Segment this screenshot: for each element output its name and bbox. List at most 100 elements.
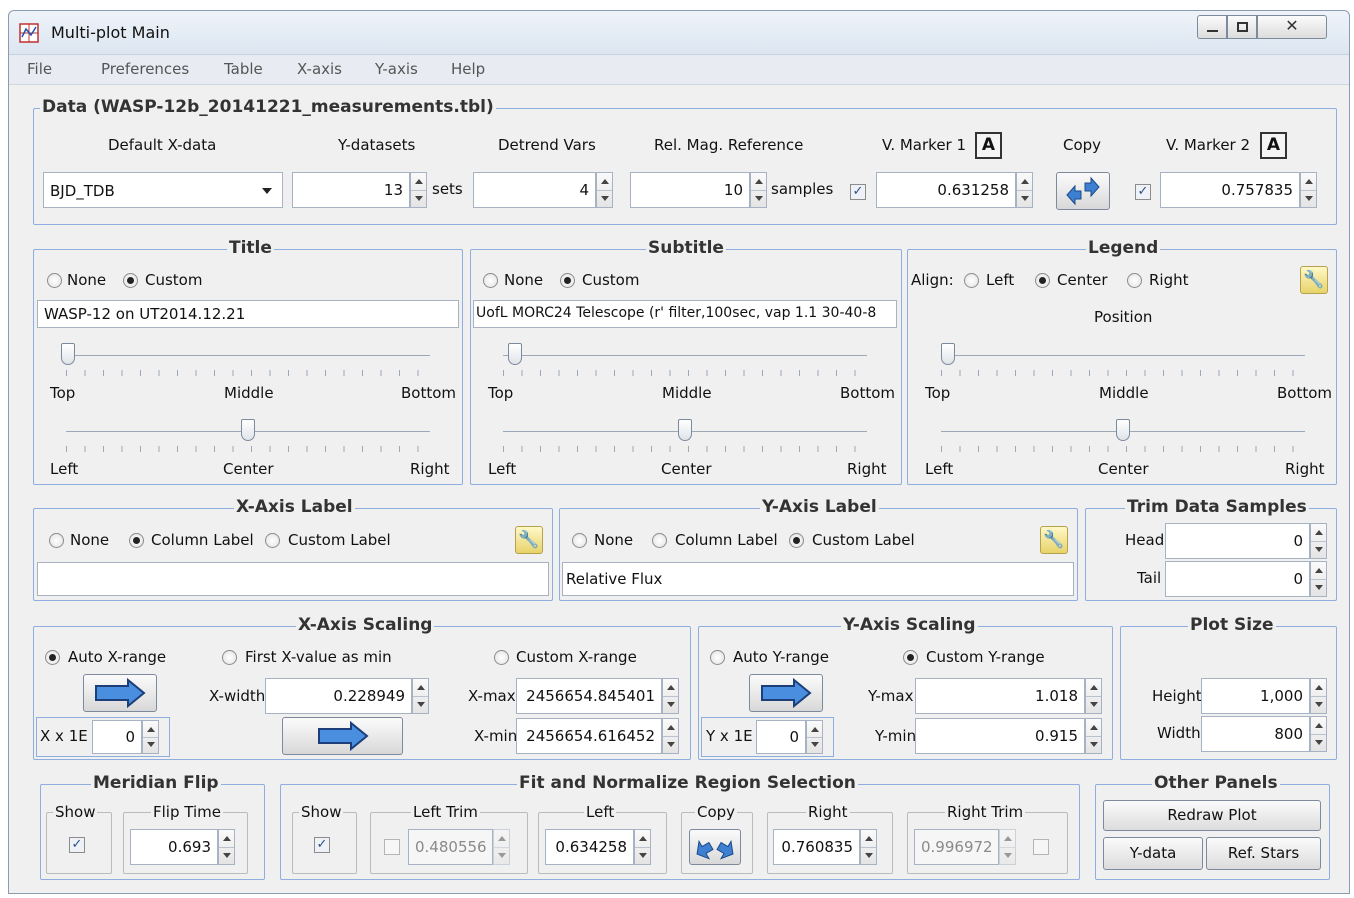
x-exponent-input[interactable]: 0 — [92, 720, 142, 754]
xmin-label: X-min — [474, 727, 518, 745]
meridian-show-checkbox[interactable]: ✓ — [69, 837, 85, 853]
detrend-input[interactable]: 4 — [473, 172, 596, 208]
subtitle-input[interactable]: UofL MORC24 Telescope (r' filter,100sec,… — [473, 300, 897, 328]
title-none-radio[interactable] — [47, 273, 62, 288]
vmarker2-input[interactable]: 0.757835 — [1160, 172, 1300, 208]
subtitle-hslider-thumb[interactable] — [678, 419, 692, 441]
height-spinner[interactable] — [1310, 678, 1327, 714]
y-auto-apply-button[interactable] — [749, 674, 823, 712]
right-spinner[interactable] — [860, 829, 877, 865]
xlabel-settings-wrench-icon[interactable]: 🔧 — [515, 526, 543, 554]
xwidth-spinner[interactable] — [412, 678, 429, 714]
subtitle-none-radio[interactable] — [483, 273, 498, 288]
vmarker1-spinner[interactable] — [1016, 172, 1033, 208]
close-button[interactable]: ✕ — [1257, 15, 1327, 39]
y-custom-radio[interactable] — [903, 650, 918, 665]
vmarker1-a-button[interactable]: A — [975, 132, 1002, 159]
lefttrim-spinner[interactable] — [493, 829, 510, 865]
ylabel-column-radio[interactable] — [652, 533, 667, 548]
ylabel-none-radio[interactable] — [572, 533, 587, 548]
y-auto-radio[interactable] — [710, 650, 725, 665]
trim-head-spinner[interactable] — [1310, 523, 1327, 559]
vmarker2-a-button[interactable]: A — [1260, 132, 1287, 159]
height-input[interactable]: 1,000 — [1201, 678, 1310, 714]
ymax-spinner[interactable] — [1085, 678, 1102, 714]
xwidth-input[interactable]: 0.228949 — [265, 678, 412, 714]
copy-markers-button[interactable] — [1056, 172, 1110, 210]
maximize-button[interactable] — [1227, 15, 1257, 39]
menu-y-axis[interactable]: Y-axis — [375, 60, 418, 78]
vmarker1-input[interactable]: 0.631258 — [876, 172, 1016, 208]
menu-table[interactable]: Table — [224, 60, 263, 78]
width-input[interactable]: 800 — [1201, 716, 1310, 752]
xmax-input[interactable]: 2456654.845401 — [516, 678, 662, 714]
x-first-radio[interactable] — [222, 650, 237, 665]
ydatasets-spinner[interactable] — [410, 172, 427, 208]
x-custom-radio[interactable] — [494, 650, 509, 665]
x-auto-apply-button[interactable] — [83, 674, 157, 712]
fit-copy-button[interactable] — [689, 829, 741, 865]
title-hslider-thumb[interactable] — [241, 419, 255, 441]
right-input[interactable]: 0.760835 — [773, 829, 860, 865]
xlabel-input[interactable] — [37, 562, 549, 596]
xlabel-column-radio[interactable] — [129, 533, 144, 548]
xmin-spinner[interactable] — [662, 718, 679, 754]
relmag-input[interactable]: 10 — [630, 172, 750, 208]
righttrim-spinner[interactable] — [999, 829, 1016, 865]
menu-help[interactable]: Help — [451, 60, 485, 78]
righttrim-input[interactable]: 0.996972 — [914, 829, 999, 865]
ylabel-custom-radio[interactable] — [789, 533, 804, 548]
xmin-input[interactable]: 2456654.616452 — [516, 718, 662, 754]
ymax-input[interactable]: 1.018 — [915, 678, 1085, 714]
trim-head-input[interactable]: 0 — [1165, 523, 1310, 559]
ylabel-input[interactable]: Relative Flux — [562, 562, 1074, 596]
legend-right-radio[interactable] — [1127, 273, 1142, 288]
vmarker2-checkbox[interactable]: ✓ — [1135, 184, 1151, 200]
redraw-plot-button[interactable]: Redraw Plot — [1103, 800, 1321, 831]
left-spinner[interactable] — [634, 829, 651, 865]
lefttrim-input[interactable]: 0.480556 — [408, 829, 493, 865]
ydatasets-input[interactable]: 13 — [292, 172, 410, 208]
x-auto-radio[interactable] — [45, 650, 60, 665]
righttrim-checkbox[interactable] — [1033, 839, 1049, 855]
vmarker2-spinner[interactable] — [1300, 172, 1317, 208]
title-vslider-thumb[interactable] — [61, 343, 75, 365]
subtitle-custom-radio[interactable] — [560, 273, 575, 288]
left-input[interactable]: 0.634258 — [545, 829, 634, 865]
width-spinner[interactable] — [1310, 716, 1327, 752]
menu-x-axis[interactable]: X-axis — [297, 60, 342, 78]
default-x-select[interactable]: BJD_TDB — [43, 172, 283, 208]
ref-stars-button[interactable]: Ref. Stars — [1206, 837, 1321, 870]
subtitle-vslider-thumb[interactable] — [508, 343, 522, 365]
legend-left-radio[interactable] — [964, 273, 979, 288]
title-custom-radio[interactable] — [123, 273, 138, 288]
title-input[interactable]: WASP-12 on UT2014.12.21 — [37, 300, 459, 328]
xlabel-none-radio[interactable] — [49, 533, 64, 548]
fit-show-checkbox[interactable]: ✓ — [314, 837, 330, 853]
ymin-input[interactable]: 0.915 — [915, 718, 1085, 754]
trim-tail-input[interactable]: 0 — [1165, 561, 1310, 597]
legend-center-radio[interactable] — [1035, 273, 1050, 288]
minimize-button[interactable] — [1197, 15, 1227, 39]
legend-settings-wrench-icon[interactable]: 🔧 — [1300, 266, 1328, 294]
legend-vslider-thumb[interactable] — [941, 343, 955, 365]
fliptime-input[interactable]: 0.693 — [130, 829, 218, 865]
legend-hslider-thumb[interactable] — [1116, 419, 1130, 441]
x-first-apply-button[interactable] — [282, 717, 403, 755]
vmarker1-checkbox[interactable]: ✓ — [850, 184, 866, 200]
ydata-button[interactable]: Y-data — [1103, 837, 1203, 870]
y-exponent-input[interactable]: 0 — [756, 720, 806, 754]
ylabel-settings-wrench-icon[interactable]: 🔧 — [1040, 526, 1068, 554]
x-exponent-spinner[interactable] — [142, 720, 159, 754]
lefttrim-checkbox[interactable] — [384, 839, 400, 855]
trim-tail-spinner[interactable] — [1310, 561, 1327, 597]
relmag-spinner[interactable] — [750, 172, 767, 208]
y-exponent-spinner[interactable] — [806, 720, 823, 754]
xmax-spinner[interactable] — [662, 678, 679, 714]
detrend-spinner[interactable] — [596, 172, 613, 208]
menu-file[interactable]: File — [27, 60, 52, 78]
xlabel-custom-radio[interactable] — [265, 533, 280, 548]
fliptime-spinner[interactable] — [218, 829, 235, 865]
ymin-spinner[interactable] — [1085, 718, 1102, 754]
menu-preferences[interactable]: Preferences — [101, 60, 189, 78]
